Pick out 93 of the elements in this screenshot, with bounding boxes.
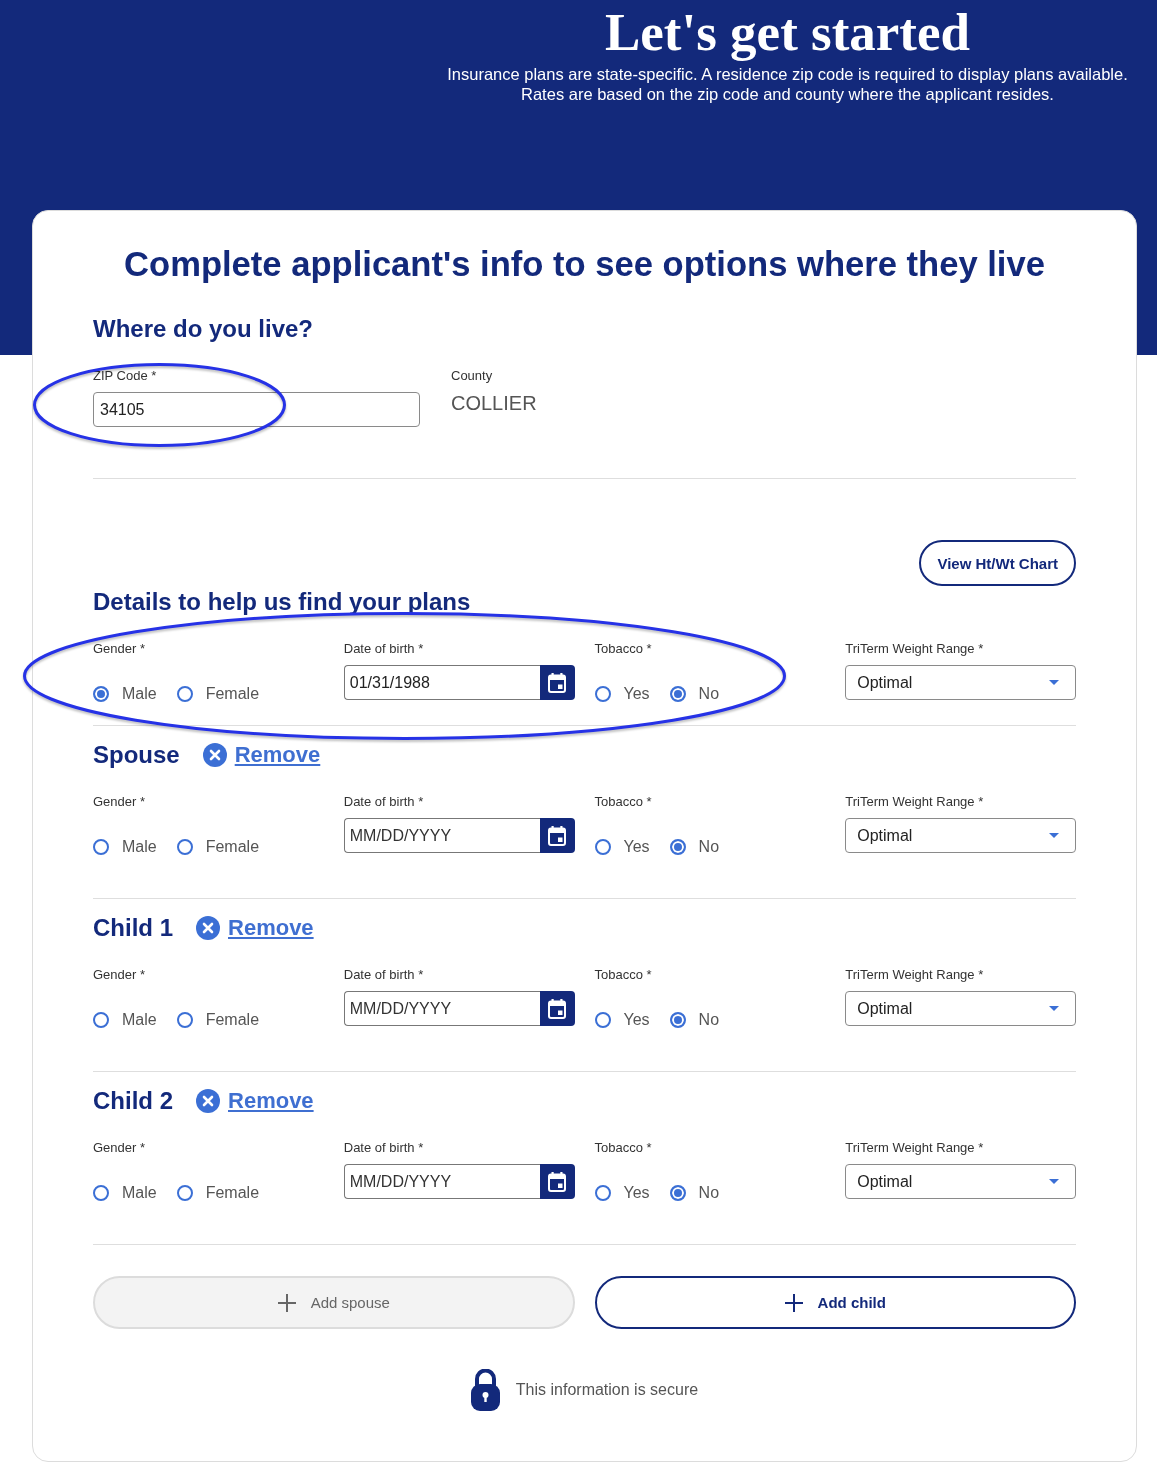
radio-label[interactable]: Female xyxy=(205,837,260,857)
field-label: TriTerm Weight Range * xyxy=(845,794,985,810)
radio-button[interactable] xyxy=(176,1012,193,1028)
radio-button[interactable] xyxy=(176,1185,193,1201)
radio-label[interactable]: Yes xyxy=(623,1183,650,1203)
radio-button[interactable] xyxy=(669,1012,686,1028)
section-heading: Details to help us find your plans xyxy=(93,588,472,616)
member-heading: Child 2 xyxy=(93,1087,173,1115)
weight-range-select[interactable]: Optimal xyxy=(845,991,1076,1026)
caret-icon xyxy=(1049,1006,1059,1011)
radio-label[interactable]: Yes xyxy=(623,837,650,857)
caret-icon xyxy=(1049,1179,1059,1184)
date-input[interactable]: MM/DD/YYYY xyxy=(343,991,540,1026)
field-label: ZIP Code * xyxy=(93,368,158,384)
chart-button[interactable]: View Ht/Wt Chart xyxy=(919,540,1076,586)
field-label: Gender * xyxy=(93,1140,147,1156)
calendar-button[interactable] xyxy=(539,991,575,1026)
county-value: COLLIER xyxy=(451,391,538,415)
field-label: Date of birth * xyxy=(343,794,425,810)
radio-button[interactable] xyxy=(594,1012,611,1028)
remove-link[interactable]: Remove xyxy=(228,1087,314,1115)
radio-label[interactable]: Male xyxy=(122,1010,157,1030)
caret-icon xyxy=(1049,833,1059,838)
caret-icon xyxy=(1049,680,1059,685)
date-input[interactable]: MM/DD/YYYY xyxy=(343,818,540,853)
close-circle-icon[interactable] xyxy=(196,1089,220,1113)
radio-label[interactable]: Female xyxy=(205,1183,260,1203)
field-label: Gender * xyxy=(93,967,147,983)
calendar-icon xyxy=(548,672,566,693)
add-button[interactable]: Add child xyxy=(594,1276,1076,1329)
date-input[interactable]: MM/DD/YYYY xyxy=(343,1164,540,1199)
radio-label[interactable]: Yes xyxy=(623,684,650,704)
radio-label[interactable]: No xyxy=(698,684,720,704)
radio-label[interactable]: Yes xyxy=(623,1010,650,1030)
radio-label[interactable]: No xyxy=(698,1010,720,1030)
calendar-button[interactable] xyxy=(539,665,575,700)
zip-code-input[interactable]: 34105 xyxy=(93,392,420,427)
card-title: Complete applicant's info to see options where they live xyxy=(123,244,1046,284)
lock-icon xyxy=(470,1369,500,1411)
radio-button[interactable] xyxy=(669,839,686,855)
header-subtitle: Insurance plans are state-specific. A residence zip code is required to display plans available. xyxy=(447,64,1128,84)
field-label: TriTerm Weight Range * xyxy=(845,1140,985,1156)
radio-label[interactable]: Female xyxy=(205,684,260,704)
secure-note: This information is secure xyxy=(515,1381,699,1399)
remove-link[interactable]: Remove xyxy=(228,914,314,942)
close-circle-icon[interactable] xyxy=(202,743,227,767)
radio-button[interactable] xyxy=(594,839,611,855)
field-label: County xyxy=(451,368,494,384)
calendar-button[interactable] xyxy=(539,818,575,853)
radio-button[interactable] xyxy=(669,686,686,702)
field-label: Tobacco * xyxy=(594,1140,653,1156)
member-heading: Spouse xyxy=(93,741,180,769)
field-label: Date of birth * xyxy=(343,641,425,657)
field-label: Tobacco * xyxy=(594,641,653,657)
field-label: TriTerm Weight Range * xyxy=(845,967,985,983)
radio-label[interactable]: No xyxy=(698,1183,720,1203)
radio-button[interactable] xyxy=(93,839,109,855)
radio-button[interactable] xyxy=(594,1185,611,1201)
section-heading: Where do you live? xyxy=(93,315,315,343)
remove-link[interactable]: Remove xyxy=(234,741,321,769)
calendar-icon xyxy=(548,1171,566,1192)
radio-button[interactable] xyxy=(93,686,109,702)
weight-range-select[interactable]: Optimal xyxy=(845,1164,1076,1199)
page-title: Let's get started xyxy=(605,2,970,62)
field-label: TriTerm Weight Range * xyxy=(845,641,985,657)
member-heading: Child 1 xyxy=(93,914,173,942)
calendar-button[interactable] xyxy=(539,1164,575,1199)
weight-range-select[interactable]: Optimal xyxy=(845,818,1076,853)
field-label: Date of birth * xyxy=(343,1140,425,1156)
radio-button[interactable] xyxy=(93,1012,109,1028)
radio-button[interactable] xyxy=(176,686,193,702)
calendar-icon xyxy=(548,998,566,1019)
field-label: Gender * xyxy=(93,641,147,657)
field-label: Tobacco * xyxy=(594,794,653,810)
radio-button[interactable] xyxy=(669,1185,686,1201)
radio-label[interactable]: No xyxy=(698,837,720,857)
plus-icon xyxy=(277,1293,296,1312)
weight-range-select[interactable]: Optimal xyxy=(845,665,1076,700)
field-label: Tobacco * xyxy=(594,967,653,983)
close-circle-icon[interactable] xyxy=(196,916,220,940)
plus-icon xyxy=(784,1293,803,1312)
radio-button[interactable] xyxy=(594,686,611,702)
radio-label[interactable]: Male xyxy=(122,837,157,857)
radio-label[interactable]: Male xyxy=(122,1183,157,1203)
radio-label[interactable]: Male xyxy=(122,684,157,704)
header-subtitle: Rates are based on the zip code and county where the applicant resides. xyxy=(521,84,1054,104)
field-label: Gender * xyxy=(93,794,147,810)
date-input[interactable]: 01/31/1988 xyxy=(343,665,540,700)
field-label: Date of birth * xyxy=(343,967,425,983)
radio-button[interactable] xyxy=(93,1185,109,1201)
radio-button[interactable] xyxy=(176,839,193,855)
radio-label[interactable]: Female xyxy=(205,1010,260,1030)
calendar-icon xyxy=(548,825,566,846)
